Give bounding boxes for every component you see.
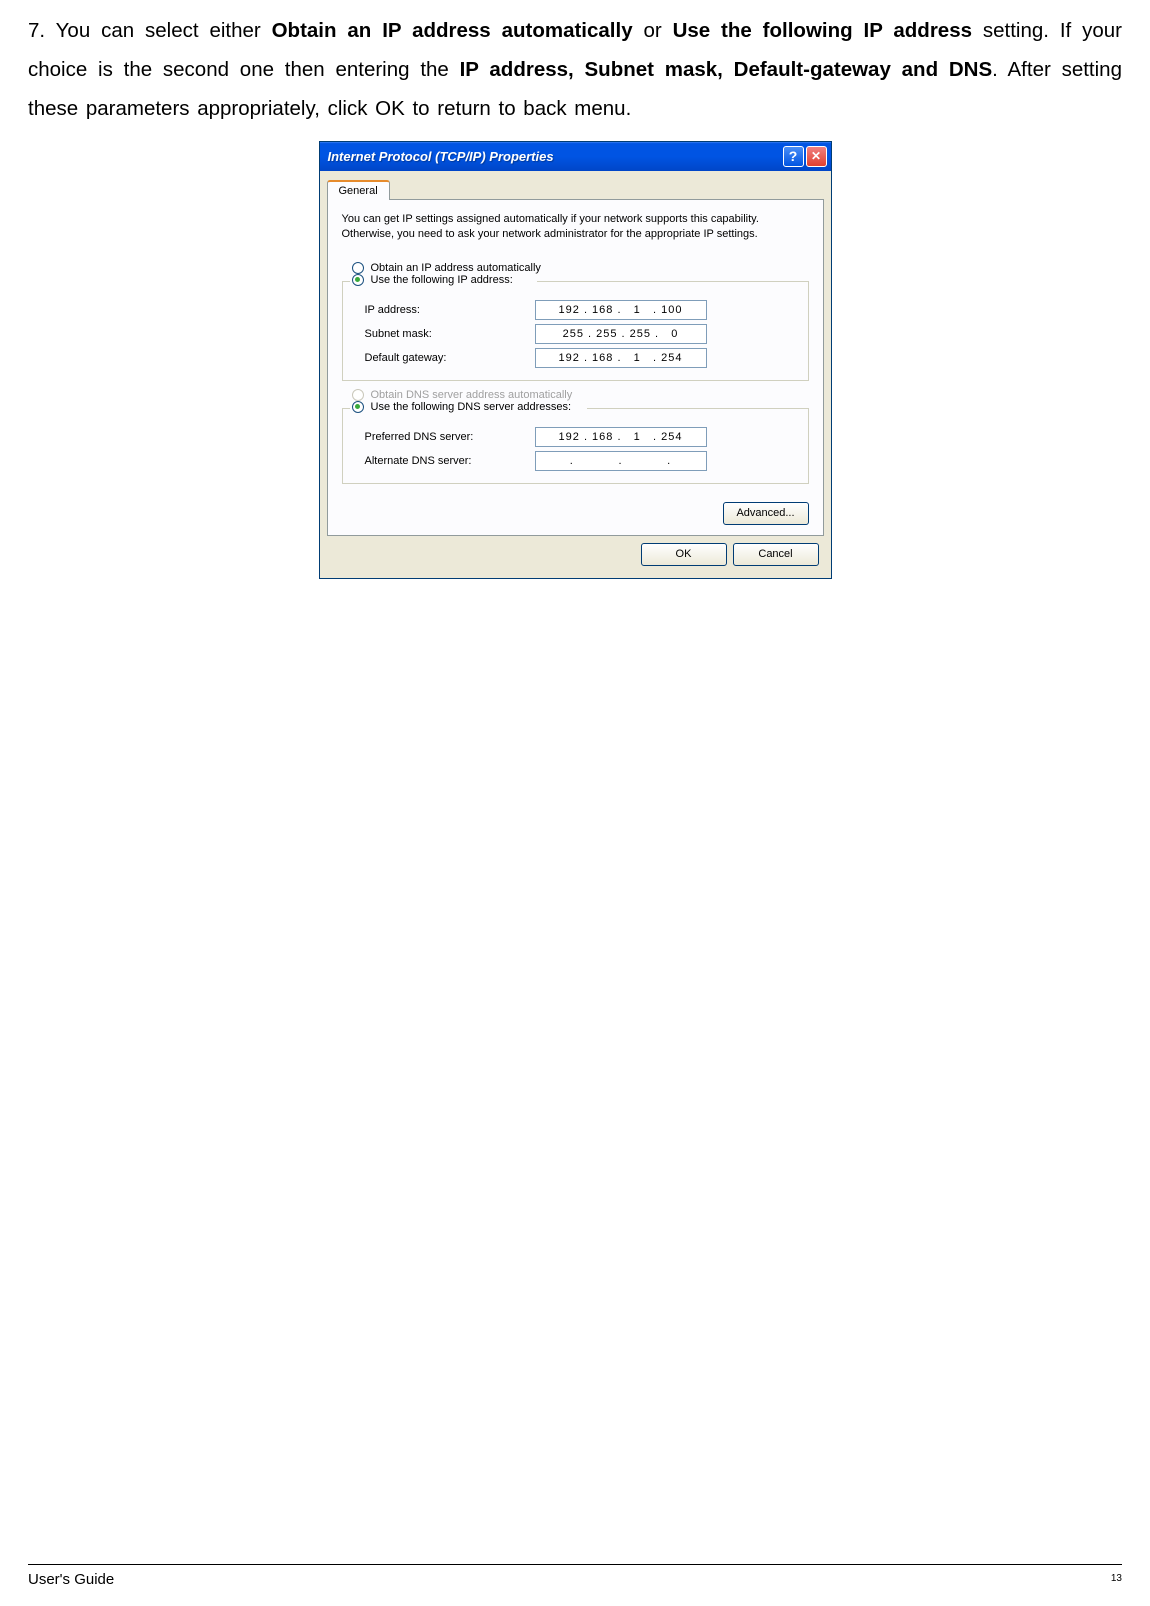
page-footer: User's Guide 13	[28, 1564, 1122, 1588]
instruction-paragraph: 7. You can select either Obtain an IP ad…	[28, 12, 1122, 129]
preferred-dns-label: Preferred DNS server:	[365, 431, 535, 443]
default-gateway-input[interactable]	[535, 348, 707, 368]
ip-address-label: IP address:	[365, 304, 535, 316]
radio-icon	[352, 389, 364, 401]
radio-label: Obtain DNS server address automatically	[371, 389, 573, 401]
alternate-dns-label: Alternate DNS server:	[365, 455, 535, 467]
alternate-dns-input[interactable]	[535, 451, 707, 471]
subnet-mask-label: Subnet mask:	[365, 328, 535, 340]
radio-label: Obtain an IP address automatically	[371, 262, 541, 274]
radio-icon	[352, 262, 364, 274]
footer-page-number: 13	[1111, 1571, 1122, 1584]
preferred-dns-input[interactable]	[535, 427, 707, 447]
ok-button[interactable]: OK	[641, 543, 727, 566]
close-button[interactable]: ✕	[806, 146, 827, 167]
tcpip-properties-dialog: Internet Protocol (TCP/IP) Properties ? …	[319, 141, 832, 579]
radio-obtain-dns-auto: Obtain DNS server address automatically	[352, 389, 809, 401]
advanced-button[interactable]: Advanced...	[723, 502, 809, 525]
description-text: You can get IP settings assigned automat…	[342, 212, 809, 242]
subnet-mask-input[interactable]	[535, 324, 707, 344]
ip-address-input[interactable]	[535, 300, 707, 320]
tab-general[interactable]: General	[327, 180, 390, 200]
titlebar-text: Internet Protocol (TCP/IP) Properties	[328, 149, 781, 164]
titlebar: Internet Protocol (TCP/IP) Properties ? …	[320, 142, 831, 171]
cancel-button[interactable]: Cancel	[733, 543, 819, 566]
radio-obtain-ip-auto[interactable]: Obtain an IP address automatically	[352, 262, 809, 274]
footer-guide-label: User's Guide	[28, 1571, 114, 1588]
default-gateway-label: Default gateway:	[365, 352, 535, 364]
help-button[interactable]: ?	[783, 146, 804, 167]
